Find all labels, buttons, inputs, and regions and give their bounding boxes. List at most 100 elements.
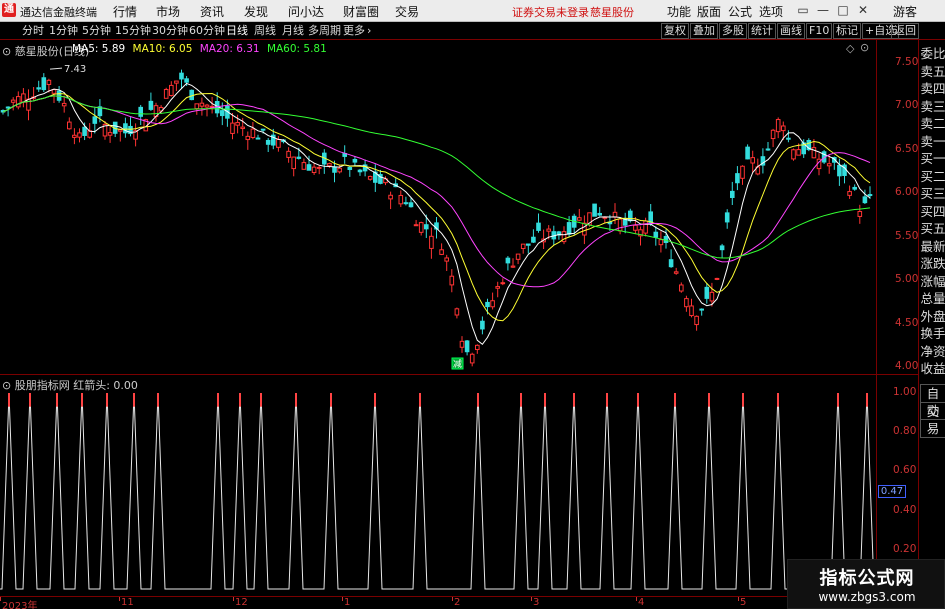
candle bbox=[16, 91, 21, 110]
side-item[interactable]: 委比 bbox=[920, 45, 945, 63]
side-item[interactable]: 换手 bbox=[920, 325, 945, 343]
date-tick bbox=[233, 597, 234, 601]
candle bbox=[826, 155, 832, 174]
side-item[interactable]: 买三 bbox=[920, 185, 945, 203]
period-weekly[interactable]: 周线 bbox=[254, 23, 276, 39]
side-item[interactable]: 买一 bbox=[920, 150, 945, 168]
period-1min[interactable]: 1分钟 bbox=[49, 23, 78, 39]
candle-body bbox=[775, 119, 781, 133]
side-item[interactable]: 买五 bbox=[920, 220, 945, 238]
kline-canvas[interactable]: 7.433.79减 bbox=[0, 40, 876, 374]
diamond-icon[interactable]: ◇ bbox=[846, 42, 854, 55]
candle bbox=[786, 130, 791, 143]
candle-body bbox=[72, 134, 77, 138]
candle-body bbox=[439, 249, 444, 255]
candle-body bbox=[480, 320, 485, 330]
side-item[interactable]: 卖五 bbox=[920, 63, 945, 81]
period-multi[interactable]: 多周期 bbox=[308, 23, 341, 39]
candle-body bbox=[240, 126, 245, 129]
menu-wenxiaoda[interactable]: 问小达 bbox=[288, 3, 324, 20]
candle-body bbox=[740, 165, 745, 179]
menu-xuanxiang[interactable]: 选项 bbox=[759, 3, 783, 20]
period-fenshi[interactable]: 分时 bbox=[22, 23, 44, 39]
btn-diejia[interactable]: 叠加 bbox=[690, 23, 718, 39]
side-item[interactable]: 最新 bbox=[920, 238, 945, 256]
side-item[interactable]: 买四 bbox=[920, 203, 945, 221]
trade-login-notice[interactable]: 证券交易未登录 bbox=[512, 4, 589, 20]
menu-caifuquan[interactable]: 财富圈 bbox=[343, 3, 379, 20]
indicator-tick: 0.20 bbox=[893, 542, 917, 555]
side-item[interactable]: 收益 bbox=[920, 360, 945, 378]
maximize-icon[interactable]: □ bbox=[835, 2, 851, 18]
menu-banmian[interactable]: 版面 bbox=[697, 3, 721, 20]
candle-body bbox=[367, 175, 373, 180]
menu-shichang[interactable]: 市场 bbox=[156, 3, 180, 20]
candle-body bbox=[765, 148, 771, 151]
candle-body bbox=[709, 291, 715, 302]
menu-gongshi[interactable]: 公式 bbox=[728, 3, 752, 20]
indicator-collapse-icon[interactable]: ⊙ bbox=[2, 379, 11, 392]
side-item[interactable]: 净资 bbox=[920, 343, 945, 361]
indicator-canvas[interactable] bbox=[0, 375, 876, 597]
candle-body bbox=[265, 139, 271, 145]
period-60min[interactable]: 60分钟 bbox=[189, 23, 225, 39]
candle bbox=[673, 267, 679, 275]
chevron-right-icon[interactable]: › bbox=[367, 23, 371, 39]
candle-body bbox=[628, 210, 633, 222]
settings-icon[interactable]: ⊙ bbox=[860, 41, 869, 54]
candle-body bbox=[673, 271, 679, 274]
btn-huaxian[interactable]: 画线 bbox=[777, 23, 805, 39]
restore-icon[interactable]: ▭ bbox=[795, 2, 811, 18]
candle-body bbox=[61, 102, 67, 107]
guest-account[interactable]: 游客 bbox=[893, 3, 917, 20]
side-item[interactable]: 涨跌 bbox=[920, 255, 945, 273]
period-5min[interactable]: 5分钟 bbox=[82, 23, 111, 39]
period-30min[interactable]: 30分钟 bbox=[152, 23, 188, 39]
candle bbox=[322, 149, 327, 174]
side-item[interactable]: 卖二 bbox=[920, 115, 945, 133]
candle-body bbox=[684, 298, 689, 308]
close-icon[interactable]: ✕ bbox=[855, 2, 871, 18]
menu-gongneng[interactable]: 功能 bbox=[667, 3, 691, 20]
period-more[interactable]: 更多 bbox=[343, 23, 365, 39]
kline-chart[interactable]: 7.433.79减 ⊙ 慈星股份(日线) MA5: 5.89 MA10: 6.0… bbox=[0, 40, 876, 374]
candle-body bbox=[413, 224, 419, 227]
menu-jiaoyi[interactable]: 交易 bbox=[395, 3, 419, 20]
period-monthly[interactable]: 月线 bbox=[282, 23, 304, 39]
side-item[interactable]: 外盘 bbox=[920, 308, 945, 326]
candle-body bbox=[653, 231, 659, 238]
candle-body bbox=[847, 191, 852, 196]
trade-button[interactable]: 交易 bbox=[920, 402, 945, 438]
candle bbox=[495, 281, 500, 298]
menu-hangqing[interactable]: 行情 bbox=[113, 3, 137, 20]
btn-f10[interactable]: F10 bbox=[806, 23, 833, 39]
period-toolbar: 分时 1分钟 5分钟 15分钟 30分钟 60分钟 日线 周线 月线 多周期 更… bbox=[0, 22, 945, 40]
btn-biaoji[interactable]: 标记 bbox=[833, 23, 861, 39]
side-item[interactable]: 买二 bbox=[920, 168, 945, 186]
signal-marker: 减 bbox=[451, 357, 464, 370]
minimize-icon[interactable]: — bbox=[815, 2, 831, 18]
date-tick bbox=[0, 597, 1, 601]
menu-faxian[interactable]: 发现 bbox=[244, 3, 268, 20]
candle bbox=[72, 128, 77, 145]
candle bbox=[684, 295, 689, 312]
btn-tongji[interactable]: 统计 bbox=[748, 23, 776, 39]
candle bbox=[449, 269, 455, 293]
side-item[interactable]: 卖四 bbox=[920, 80, 945, 98]
collapse-icon[interactable]: ⊙ bbox=[2, 45, 11, 58]
indicator-value: 红箭头: 0.00 bbox=[73, 379, 138, 392]
indicator-panel[interactable]: ⊙ 股朋指标网 红箭头: 0.00 bbox=[0, 374, 876, 596]
btn-fanhui[interactable]: 返回 bbox=[891, 23, 919, 39]
side-item[interactable]: 卖一 bbox=[920, 133, 945, 151]
period-15min[interactable]: 15分钟 bbox=[115, 23, 151, 39]
candle bbox=[531, 229, 536, 243]
candle bbox=[169, 81, 174, 97]
btn-duogu[interactable]: 多股 bbox=[719, 23, 747, 39]
candle bbox=[413, 219, 419, 227]
side-item[interactable]: 卖三 bbox=[920, 98, 945, 116]
period-daily[interactable]: 日线 bbox=[226, 23, 248, 39]
side-item[interactable]: 涨幅 bbox=[920, 273, 945, 291]
side-item[interactable]: 总量 bbox=[920, 290, 945, 308]
btn-fuquan[interactable]: 复权 bbox=[661, 23, 689, 39]
menu-zixun[interactable]: 资讯 bbox=[200, 3, 224, 20]
